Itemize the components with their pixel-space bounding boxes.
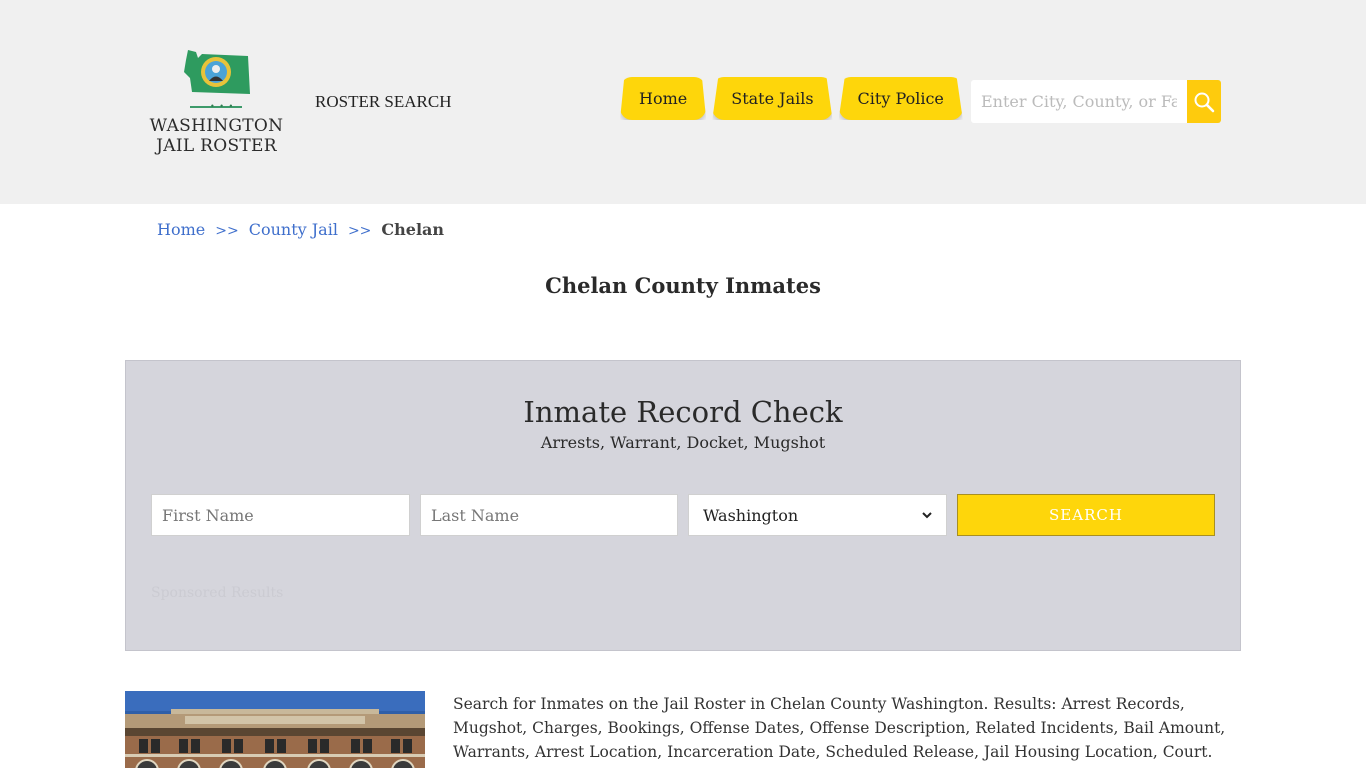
logo-title-line2: JAIL ROSTER [156, 136, 277, 156]
chevron-down-icon [922, 512, 932, 519]
nav-tab-state-jails[interactable]: State Jails [712, 77, 833, 120]
logo-title-line1: WASHINGTON [149, 116, 284, 136]
breadcrumb-separator: >> [215, 223, 239, 239]
site-search [971, 80, 1221, 123]
record-check-subtitle: Arrests, Warrant, Docket, Mugshot [540, 433, 826, 452]
nav-tab-city-police[interactable]: City Police [838, 77, 963, 120]
record-check-title: Inmate Record Check [523, 395, 843, 429]
roster-search-link[interactable]: ROSTER SEARCH [315, 92, 452, 112]
county-description: Search for Inmates on the Jail Roster in… [453, 695, 1226, 761]
site-header: • • • WASHINGTON JAIL ROSTER ROSTER SEAR… [0, 0, 1366, 204]
last-name-input[interactable] [420, 494, 678, 536]
breadcrumb-current: Chelan [381, 220, 445, 239]
first-name-input[interactable] [151, 494, 410, 536]
page-title: Chelan County Inmates [545, 273, 821, 298]
inmate-record-check-panel: Inmate Record Check Arrests, Warrant, Do… [125, 360, 1241, 651]
state-select-value: Washington [703, 505, 799, 525]
nav-tab-home[interactable]: Home [620, 77, 707, 120]
site-search-button[interactable] [1187, 80, 1221, 123]
site-logo[interactable]: • • • WASHINGTON JAIL ROSTER [148, 44, 288, 159]
state-select[interactable]: Washington [688, 494, 947, 536]
search-icon [1194, 92, 1215, 112]
breadcrumb-separator: >> [347, 223, 372, 239]
record-search-button[interactable]: SEARCH [957, 494, 1215, 536]
breadcrumb: Home >> County Jail >> Chelan [157, 220, 444, 239]
washington-state-seal-icon [184, 50, 250, 94]
sponsored-results-label: Sponsored Results [151, 585, 284, 601]
logo-dots: • • • [210, 102, 235, 111]
breadcrumb-home[interactable]: Home [157, 220, 205, 239]
site-search-input[interactable] [971, 80, 1187, 123]
breadcrumb-county-jail[interactable]: County Jail [249, 220, 338, 239]
jail-building-image [125, 691, 425, 768]
main-nav: Home State Jails City Police [620, 77, 963, 121]
